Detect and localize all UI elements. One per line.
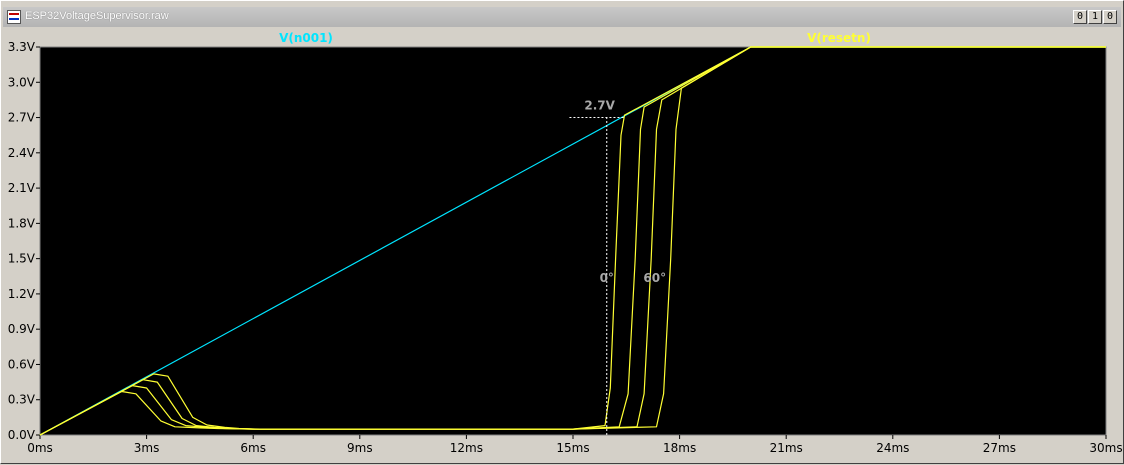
x-tick-label: 24ms	[876, 441, 909, 455]
annotation-label: 60°	[643, 271, 666, 285]
y-tick-label: 2.7V	[8, 111, 36, 125]
y-tick-label: 0.6V	[8, 357, 36, 371]
y-tick-label: 2.4V	[8, 146, 36, 160]
plot-area[interactable]	[40, 47, 1106, 435]
waveform-window: ESP32VoltageSupervisor.raw 0 1 0 0ms 3ms 6…	[0, 0, 1124, 464]
y-tick-label: 0.0V	[8, 428, 36, 442]
y-tick-label: 3.3V	[8, 40, 36, 54]
y-tick-label: 1.5V	[8, 252, 36, 266]
y-tick-label: 3.0V	[8, 75, 36, 89]
trace-label-v-resetn[interactable]: V(resetn)	[807, 31, 871, 45]
x-tick-label: 6ms	[240, 441, 266, 455]
trace-label-v-n001[interactable]: V(n001)	[279, 31, 333, 45]
x-tick-label: 0ms	[27, 441, 53, 455]
x-tick-label: 27ms	[983, 441, 1016, 455]
y-tick-label: 0.9V	[8, 322, 36, 336]
y-tick-label: 1.8V	[8, 216, 36, 230]
y-tick-label: 2.1V	[8, 181, 36, 195]
annotation-label: 0°	[600, 271, 614, 285]
annotation-label: 2.7V	[584, 98, 615, 112]
x-tick-label: 30ms	[1089, 441, 1122, 455]
x-tick-label: 3ms	[134, 441, 160, 455]
x-tick-label: 9ms	[347, 441, 373, 455]
x-tick-label: 21ms	[770, 441, 803, 455]
x-tick-label: 18ms	[663, 441, 696, 455]
x-tick-label: 12ms	[450, 441, 483, 455]
waveform-chart: 0ms 3ms 6ms 9ms 12ms 15ms 18ms 21ms 24ms 27ms 30ms…	[8, 31, 1123, 455]
y-tick-label: 0.3V	[8, 393, 36, 407]
x-tick-label: 15ms	[556, 441, 589, 455]
y-tick-label: 1.2V	[8, 287, 36, 301]
